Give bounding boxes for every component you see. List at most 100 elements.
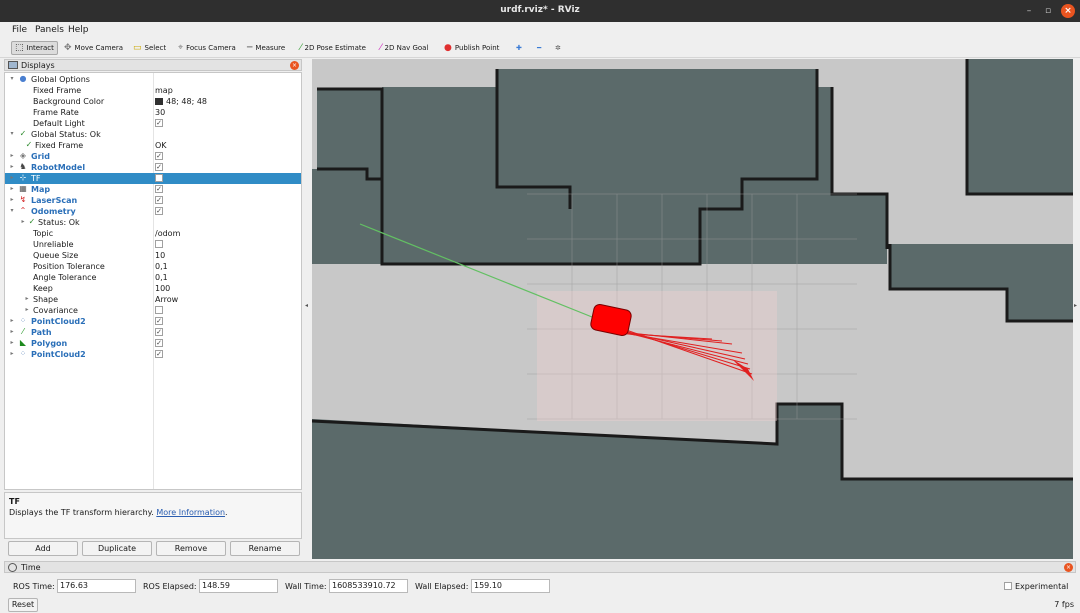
tree-row-topic[interactable]: Topic /odom — [5, 228, 301, 239]
tool-properties-button[interactable]: ✲ — [555, 41, 561, 55]
tree-row-path[interactable]: ▸ ⁄ Path ✓ — [5, 327, 301, 338]
tree-row-laserscan[interactable]: ▸ ↯ LaserScan ✓ — [5, 195, 301, 206]
checkbox-checked[interactable]: ✓ — [155, 207, 163, 215]
expand-icon[interactable]: ▸ — [8, 328, 16, 335]
focus-camera-button[interactable]: ⌖ Focus Camera — [178, 41, 236, 55]
tree-row-odometry-status[interactable]: ▸ ✓ Status: Ok — [5, 217, 301, 228]
tree-row-polygon[interactable]: ▸ ◣ Polygon ✓ — [5, 338, 301, 349]
duplicate-button[interactable]: Duplicate — [82, 541, 152, 556]
tree-row-angle-tolerance[interactable]: Angle Tolerance 0,1 — [5, 272, 301, 283]
tree-row-tf[interactable]: ▸ ⊹ TF — [5, 173, 301, 184]
nav-goal-button[interactable]: ⁄ 2D Nav Goal — [380, 41, 428, 55]
tree-row-covariance[interactable]: ▸ Covariance — [5, 305, 301, 316]
remove-button[interactable]: Remove — [156, 541, 226, 556]
tree-row-queue-size[interactable]: Queue Size 10 — [5, 250, 301, 261]
ros-time-field[interactable]: 176.63 — [57, 579, 136, 593]
collapse-right-icon[interactable]: ▸ — [1074, 302, 1077, 309]
menu-help[interactable]: Help — [68, 25, 89, 35]
tree-row-global-status[interactable]: ▾ ✓ Global Status: Ok — [5, 129, 301, 140]
tree-row-fixed-frame-status[interactable]: ✓ Fixed Frame OK — [5, 140, 301, 151]
checkbox-checked[interactable]: ✓ — [155, 350, 163, 358]
add-tool-button[interactable]: ✚ — [516, 41, 522, 55]
displays-panel: Displays × ▾ ● Global Options Fixed Fram… — [4, 59, 302, 560]
more-information-link[interactable]: More Information — [156, 508, 225, 517]
display-tree[interactable]: ▾ ● Global Options Fixed Frame map Backg… — [4, 72, 302, 490]
row-value[interactable]: 10 — [155, 251, 165, 260]
render-viewport[interactable] — [312, 59, 1073, 559]
reset-button[interactable]: Reset — [8, 598, 38, 612]
ros-elapsed-field[interactable]: 148.59 — [199, 579, 278, 593]
row-value[interactable]: 0,1 — [155, 262, 168, 271]
tree-row-pointcloud2[interactable]: ▸ ⁘ PointCloud2 ✓ — [5, 316, 301, 327]
tree-row-default-light[interactable]: Default Light ✓ — [5, 118, 301, 129]
expand-icon[interactable]: ▸ — [23, 306, 31, 313]
expand-icon[interactable]: ▸ — [8, 185, 16, 192]
expand-icon[interactable]: ▸ — [8, 350, 16, 357]
wall-elapsed-field[interactable]: 159.10 — [471, 579, 550, 593]
checkbox-checked[interactable]: ✓ — [155, 339, 163, 347]
publish-point-button[interactable]: ● Publish Point — [444, 41, 499, 55]
expand-icon[interactable]: ▸ — [8, 339, 16, 346]
row-value[interactable]: Arrow — [155, 295, 178, 304]
tree-row-map[interactable]: ▸ ▦ Map ✓ — [5, 184, 301, 195]
tree-row-grid[interactable]: ▸ ◈ Grid ✓ — [5, 151, 301, 162]
minimize-icon[interactable]: – — [1022, 4, 1036, 18]
move-camera-button[interactable]: ✥ Move Camera — [64, 41, 123, 55]
rename-button[interactable]: Rename — [230, 541, 300, 556]
checkbox-checked[interactable]: ✓ — [155, 317, 163, 325]
tree-row-robotmodel[interactable]: ▸ ♞ RobotModel ✓ — [5, 162, 301, 173]
expand-icon[interactable]: ▸ — [23, 295, 31, 302]
pose-estimate-button[interactable]: ⁄ 2D Pose Estimate — [300, 41, 366, 55]
expand-icon[interactable]: ▸ — [19, 218, 27, 225]
expand-icon[interactable]: ▸ — [8, 174, 16, 181]
checkbox-unchecked[interactable] — [155, 174, 163, 182]
row-value[interactable]: map — [155, 86, 173, 95]
checkbox-checked[interactable]: ✓ — [155, 185, 163, 193]
row-value[interactable]: /odom — [155, 229, 180, 238]
tree-row-global-options[interactable]: ▾ ● Global Options — [5, 74, 301, 85]
close-icon[interactable]: × — [290, 61, 299, 70]
tree-row-position-tolerance[interactable]: Position Tolerance 0,1 — [5, 261, 301, 272]
expand-icon[interactable]: ▸ — [8, 152, 16, 159]
row-value[interactable]: 48; 48; 48 — [155, 97, 207, 106]
tree-row-shape[interactable]: ▸ Shape Arrow — [5, 294, 301, 305]
tree-row-odometry[interactable]: ▾ ⌃ Odometry ✓ — [5, 206, 301, 217]
checkbox-checked[interactable]: ✓ — [155, 196, 163, 204]
maximize-icon[interactable]: ▫ — [1041, 4, 1055, 18]
measure-button[interactable]: ━ Measure — [247, 41, 285, 55]
tree-row-fixed-frame[interactable]: Fixed Frame map — [5, 85, 301, 96]
select-button[interactable]: ▭ Select — [133, 41, 166, 55]
expand-icon[interactable]: ▸ — [8, 163, 16, 170]
expand-icon[interactable]: ▸ — [8, 196, 16, 203]
menu-panels[interactable]: Panels — [35, 25, 64, 35]
checkbox-checked[interactable]: ✓ — [155, 152, 163, 160]
row-value[interactable]: 0,1 — [155, 273, 168, 282]
collapse-icon[interactable]: ▾ — [8, 75, 16, 82]
close-icon[interactable]: × — [1064, 563, 1073, 572]
experimental-checkbox[interactable] — [1004, 582, 1012, 590]
right-splitter[interactable]: ▸ — [1073, 59, 1080, 559]
checkbox-checked[interactable]: ✓ — [155, 163, 163, 171]
tree-row-frame-rate[interactable]: Frame Rate 30 — [5, 107, 301, 118]
checkbox-checked[interactable]: ✓ — [155, 119, 163, 127]
checkbox-unchecked[interactable] — [155, 306, 163, 314]
tree-row-unreliable[interactable]: Unreliable — [5, 239, 301, 250]
interact-tool-button[interactable]: ⬚ Interact — [11, 41, 58, 55]
tree-row-keep[interactable]: Keep 100 — [5, 283, 301, 294]
tree-row-pointcloud2-2[interactable]: ▸ ⁘ PointCloud2 ✓ — [5, 349, 301, 360]
row-value[interactable]: 30 — [155, 108, 165, 117]
checkbox-checked[interactable]: ✓ — [155, 328, 163, 336]
close-icon[interactable]: × — [1061, 4, 1075, 18]
wall-time-field[interactable]: 1608533910.72 — [329, 579, 408, 593]
expand-icon[interactable]: ▸ — [8, 317, 16, 324]
menu-file[interactable]: File — [12, 25, 27, 35]
remove-tool-button[interactable]: ━ — [537, 41, 541, 55]
row-value[interactable]: 100 — [155, 284, 170, 293]
collapse-icon[interactable]: ▾ — [8, 207, 16, 214]
add-button[interactable]: Add — [8, 541, 78, 556]
collapse-left-icon[interactable]: ◂ — [305, 302, 308, 309]
tree-row-background-color[interactable]: Background Color 48; 48; 48 — [5, 96, 301, 107]
checkbox-unchecked[interactable] — [155, 240, 163, 248]
left-splitter[interactable]: ◂ — [303, 59, 312, 559]
collapse-icon[interactable]: ▾ — [8, 130, 16, 137]
